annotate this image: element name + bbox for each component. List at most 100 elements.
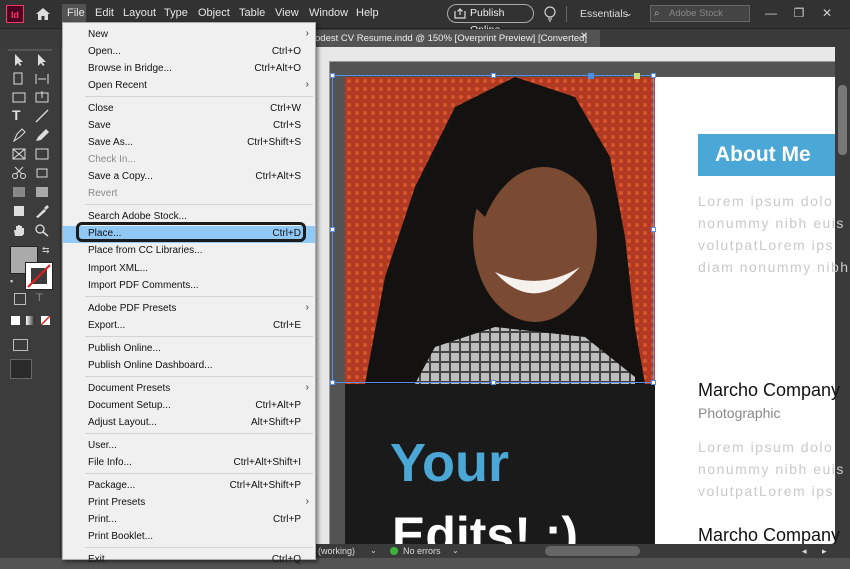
selection-tool-icon[interactable]	[11, 53, 27, 67]
menu-item-browse-in-bridge[interactable]: Browse in Bridge... Ctrl+Alt+O	[63, 61, 315, 78]
gradient-swatch-tool-icon[interactable]	[11, 185, 27, 199]
menu-item-exit[interactable]: Exit Ctrl+Q	[63, 552, 315, 569]
direct-selection-tool-icon[interactable]	[34, 53, 50, 67]
resize-handle[interactable]	[330, 73, 335, 78]
scroll-left-icon[interactable]: ◂	[802, 544, 807, 558]
formatting-container-icon[interactable]	[14, 293, 26, 305]
menu-item-print[interactable]: Print... Ctrl+P	[63, 512, 315, 529]
formatting-text-icon[interactable]: T	[36, 292, 43, 304]
pen-tool-icon[interactable]	[11, 128, 27, 142]
resize-handle[interactable]	[330, 380, 335, 385]
menu-item-label: Browse in Bridge...	[88, 63, 172, 74]
close-tab-icon[interactable]: ✕	[580, 31, 588, 42]
line-tool-icon[interactable]	[34, 109, 50, 123]
type-tool-icon[interactable]: T	[12, 107, 21, 123]
live-corner-widget[interactable]	[634, 73, 640, 79]
rectangle-frame-tool-icon[interactable]	[11, 147, 27, 161]
menu-item-publish-online-dashboard[interactable]: Publish Online Dashboard...	[63, 358, 315, 375]
gradient-feather-tool-icon[interactable]	[34, 185, 50, 199]
horizontal-ruler[interactable]	[315, 47, 835, 62]
resize-handle[interactable]	[330, 227, 335, 232]
chevron-down-icon[interactable]: ⌄	[452, 544, 459, 558]
eyedropper-tool-icon[interactable]	[34, 204, 50, 218]
home-icon[interactable]	[34, 5, 52, 23]
minimize-icon[interactable]: —	[764, 6, 778, 20]
horizontal-scrollbar-thumb[interactable]	[545, 546, 640, 556]
default-fill-stroke-icon[interactable]: ▪	[10, 276, 13, 286]
note-tool-icon[interactable]	[11, 204, 27, 218]
menu-object[interactable]: Object	[198, 7, 230, 19]
menu-type[interactable]: Type	[164, 7, 188, 19]
apply-gradient-icon[interactable]	[26, 316, 35, 325]
apply-color-icon[interactable]	[11, 316, 20, 325]
menu-item-open[interactable]: Open... Ctrl+O	[63, 44, 315, 61]
content-placer-icon[interactable]	[34, 90, 50, 104]
document-tab[interactable]: odest CV Resume.indd @ 150% [Overprint P…	[315, 30, 600, 47]
menu-item-save-as[interactable]: Save As... Ctrl+Shift+S	[63, 135, 315, 152]
menu-window[interactable]: Window	[309, 7, 348, 19]
menu-item-document-presets[interactable]: Document Presets ›	[63, 381, 315, 398]
rectangle-tool-icon[interactable]	[34, 147, 50, 161]
menu-item-close[interactable]: Close Ctrl+W	[63, 101, 315, 118]
menu-item-package[interactable]: Package... Ctrl+Alt+Shift+P	[63, 478, 315, 495]
resize-handle[interactable]	[651, 73, 656, 78]
resize-handle[interactable]	[651, 380, 656, 385]
scissors-tool-icon[interactable]	[11, 166, 27, 180]
panel-grip	[8, 49, 52, 51]
menu-item-save[interactable]: Save Ctrl+S	[63, 118, 315, 135]
content-collector-icon[interactable]	[11, 90, 27, 104]
page-tool-icon[interactable]	[11, 72, 27, 86]
menu-item-adobe-pdf-presets[interactable]: Adobe PDF Presets ›	[63, 301, 315, 318]
menu-layout[interactable]: Layout	[123, 7, 156, 19]
menu-item-new[interactable]: New ›	[63, 27, 315, 44]
menu-item-publish-online[interactable]: Publish Online...	[63, 341, 315, 358]
scroll-right-icon[interactable]: ▸	[822, 544, 827, 558]
menu-item-shortcut: Ctrl+W	[270, 103, 301, 114]
menu-item-print-presets[interactable]: Print Presets ›	[63, 495, 315, 512]
menu-item-import-xml[interactable]: Import XML...	[63, 261, 315, 278]
lightbulb-icon[interactable]	[542, 5, 558, 23]
menu-help[interactable]: Help	[356, 7, 379, 19]
resize-handle[interactable]	[491, 73, 496, 78]
swap-fill-stroke-icon[interactable]: ⇆	[42, 245, 50, 256]
menu-view[interactable]: View	[275, 7, 299, 19]
menu-table[interactable]: Table	[239, 7, 265, 19]
close-window-icon[interactable]: ✕	[820, 6, 834, 20]
workspace-switcher[interactable]: Essentials	[580, 8, 628, 20]
chevron-down-icon[interactable]: ⌄	[370, 544, 377, 558]
content-grabber[interactable]	[588, 73, 594, 79]
hand-tool-icon[interactable]	[11, 223, 27, 237]
adobe-stock-search-input[interactable]: ⌕ Adobe Stock	[650, 5, 750, 22]
gap-tool-icon[interactable]	[34, 72, 50, 86]
menu-item-place-from-cc-libraries[interactable]: Place from CC Libraries...	[63, 243, 315, 260]
screen-mode-icon[interactable]	[10, 359, 32, 379]
resize-handle[interactable]	[651, 227, 656, 232]
stroke-swatch[interactable]	[25, 262, 53, 290]
maximize-icon[interactable]: ❐	[792, 6, 806, 20]
menu-edit[interactable]: Edit	[95, 7, 114, 19]
normal-mode-icon[interactable]	[13, 339, 28, 351]
menu-item-save-a-copy[interactable]: Save a Copy... Ctrl+Alt+S	[63, 169, 315, 186]
menu-item-label: Print Presets	[88, 497, 146, 508]
apply-none-icon[interactable]	[40, 315, 51, 326]
vertical-scrollbar-thumb[interactable]	[838, 85, 847, 155]
selected-frame[interactable]	[330, 73, 656, 385]
resize-handle[interactable]	[491, 380, 496, 385]
menu-item-document-setup[interactable]: Document Setup... Ctrl+Alt+P	[63, 398, 315, 415]
menu-item-export[interactable]: Export... Ctrl+E	[63, 318, 315, 335]
menu-file[interactable]: File	[67, 7, 85, 19]
menu-item-open-recent[interactable]: Open Recent ›	[63, 78, 315, 95]
menu-item-import-pdf-comments[interactable]: Import PDF Comments...	[63, 278, 315, 295]
free-transform-tool-icon[interactable]	[34, 166, 50, 180]
publish-online-button[interactable]: Publish Online	[447, 4, 534, 36]
chevron-down-icon[interactable]: ⌄	[625, 8, 633, 19]
menu-item-print-booklet[interactable]: Print Booklet...	[63, 529, 315, 546]
menu-item-file-info[interactable]: File Info... Ctrl+Alt+Shift+I	[63, 455, 315, 472]
pencil-tool-icon[interactable]	[34, 128, 50, 142]
menu-item-user[interactable]: User...	[63, 438, 315, 455]
vertical-ruler[interactable]	[315, 61, 330, 544]
preflight-status[interactable]: No errors	[403, 544, 441, 558]
preflight-profile[interactable]: (working)	[318, 544, 355, 558]
zoom-tool-icon[interactable]	[34, 223, 50, 237]
menu-item-adjust-layout[interactable]: Adjust Layout... Alt+Shift+P	[63, 415, 315, 432]
